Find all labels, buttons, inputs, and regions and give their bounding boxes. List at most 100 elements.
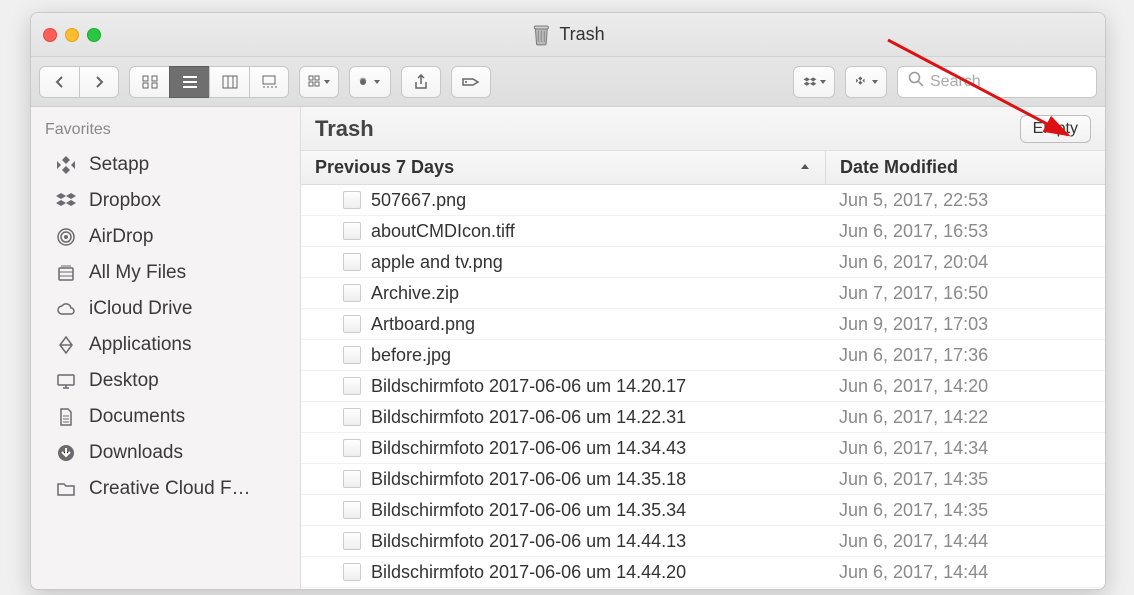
file-icon: [343, 408, 361, 426]
arrange-button[interactable]: [299, 66, 339, 98]
sidebar-item-label: Documents: [89, 406, 185, 428]
icon-view-button[interactable]: [129, 66, 169, 98]
file-icon: [343, 532, 361, 550]
window-title-text: Trash: [559, 24, 604, 45]
empty-trash-button[interactable]: Empty: [1020, 115, 1091, 143]
file-date: Jun 6, 2017, 14:44: [825, 562, 1105, 583]
gallery-view-button[interactable]: [249, 66, 289, 98]
close-window-button[interactable]: [43, 28, 57, 42]
search-field[interactable]: [897, 66, 1097, 98]
search-input[interactable]: [930, 73, 1086, 91]
minimize-window-button[interactable]: [65, 28, 79, 42]
window-title: Trash: [531, 24, 604, 46]
file-date: Jun 6, 2017, 20:04: [825, 252, 1105, 273]
file-row[interactable]: Bildschirmfoto 2017-06-06 um 14.34.43Jun…: [301, 433, 1105, 464]
sidebar-item-setapp[interactable]: Setapp: [31, 147, 300, 183]
zoom-window-button[interactable]: [87, 28, 101, 42]
setapp-toolbar-button[interactable]: [845, 66, 887, 98]
sidebar-item-dropbox[interactable]: Dropbox: [31, 183, 300, 219]
file-icon: [343, 501, 361, 519]
file-date: Jun 5, 2017, 22:53: [825, 190, 1105, 211]
file-name: Bildschirmfoto 2017-06-06 um 14.44.20: [371, 562, 686, 583]
allfiles-icon: [55, 262, 77, 284]
file-name: Bildschirmfoto 2017-06-06 um 14.44.13: [371, 531, 686, 552]
file-date: Jun 6, 2017, 14:44: [825, 531, 1105, 552]
file-row[interactable]: Bildschirmfoto 2017-06-06 um 14.44.20 Jun…: [301, 557, 1105, 588]
file-date: Jun 7, 2017, 16:50: [825, 283, 1105, 304]
sidebar-item-label: iCloud Drive: [89, 298, 192, 320]
downloads-icon: [55, 442, 77, 464]
file-name: Bildschirmfoto 2017-06-06 um 14.20.17: [371, 376, 686, 397]
sort-chevron-icon: [799, 157, 811, 178]
file-icon: [343, 222, 361, 240]
location-header: Trash Empty: [301, 107, 1105, 151]
file-icon: [343, 284, 361, 302]
dropbox-toolbar-button[interactable]: [793, 66, 835, 98]
window-controls: [43, 28, 101, 42]
column-view-button[interactable]: [209, 66, 249, 98]
file-row[interactable]: Bildschirmfoto 2017-06-06 um 14.35.34Jun…: [301, 495, 1105, 526]
sidebar-item-label: AirDrop: [89, 226, 153, 248]
file-list[interactable]: 507667.png Jun 5, 2017, 22:53 aboutCMDIcon…: [301, 185, 1105, 589]
cloud-icon: [55, 298, 77, 320]
trash-icon: [531, 24, 551, 46]
file-date: Jun 6, 2017, 14:20: [825, 376, 1105, 397]
file-name: Bildschirmfoto 2017-06-06 um 14.35.34: [371, 500, 686, 521]
file-icon: [343, 191, 361, 209]
file-date: Jun 6, 2017, 14:35: [825, 469, 1105, 490]
file-row[interactable]: Bildschirmfoto 2017-06-06 um 14.44.13 Jun…: [301, 526, 1105, 557]
tags-button[interactable]: [451, 66, 491, 98]
arrange-group: [299, 66, 339, 98]
search-icon: [908, 71, 924, 92]
file-icon: [343, 377, 361, 395]
file-row[interactable]: apple and tv.png Jun 6, 2017, 20:04: [301, 247, 1105, 278]
file-name: Archive.zip: [371, 283, 459, 304]
file-row[interactable]: 507667.png Jun 5, 2017, 22:53: [301, 185, 1105, 216]
file-name: aboutCMDIcon.tiff: [371, 221, 515, 242]
titlebar: Trash: [31, 13, 1105, 57]
file-name: Bildschirmfoto 2017-06-06 um 14.35.18: [371, 469, 686, 490]
sidebar-item-allmyfiles[interactable]: All My Files: [31, 255, 300, 291]
column-name-header[interactable]: Previous 7 Days: [315, 157, 825, 178]
file-row[interactable]: Bildschirmfoto 2017-06-06 um 14.35.18 Jun…: [301, 464, 1105, 495]
airdrop-icon: [55, 226, 77, 248]
sidebar-item-downloads[interactable]: Downloads: [31, 435, 300, 471]
file-name: Bildschirmfoto 2017-06-06 um 14.34.43: [371, 438, 686, 459]
sidebar-item-applications[interactable]: Applications: [31, 327, 300, 363]
sidebar-item-documents[interactable]: Documents: [31, 399, 300, 435]
sidebar-item-label: Desktop: [89, 370, 159, 392]
main-pane: Trash Empty Previous 7 Days Date Modifie…: [301, 107, 1105, 589]
forward-button[interactable]: [79, 66, 119, 98]
sidebar-item-label: Applications: [89, 334, 191, 356]
list-view-button[interactable]: [169, 66, 209, 98]
back-button[interactable]: [39, 66, 79, 98]
file-row[interactable]: Bildschirmfoto 2017-06-06 um 14.20.17 Jun…: [301, 371, 1105, 402]
file-row[interactable]: aboutCMDIcon.tiff Jun 6, 2017, 16:53: [301, 216, 1105, 247]
file-name: before.jpg: [371, 345, 451, 366]
file-row[interactable]: before.jpg Jun 6, 2017, 17:36: [301, 340, 1105, 371]
file-icon: [343, 470, 361, 488]
column-date-header[interactable]: Date Modified: [825, 151, 1105, 184]
file-row[interactable]: Archive.zip Jun 7, 2017, 16:50: [301, 278, 1105, 309]
sidebar-item-creativecloud[interactable]: Creative Cloud F…: [31, 471, 300, 507]
sidebar-item-icloud[interactable]: iCloud Drive: [31, 291, 300, 327]
file-row[interactable]: Bildschirmfoto 2017-06-06 um 14.22.31Jun…: [301, 402, 1105, 433]
share-button[interactable]: [401, 66, 441, 98]
setapp-icon: [55, 154, 77, 176]
file-date: Jun 6, 2017, 17:36: [825, 345, 1105, 366]
action-button[interactable]: [349, 66, 391, 98]
file-icon: [343, 346, 361, 364]
file-date: Jun 9, 2017, 17:03: [825, 314, 1105, 335]
sidebar-item-desktop[interactable]: Desktop: [31, 363, 300, 399]
file-date: Jun 6, 2017, 16:53: [825, 221, 1105, 242]
date-label: Date Modified: [840, 157, 958, 178]
location-title: Trash: [315, 116, 374, 142]
file-icon: [343, 253, 361, 271]
file-name: 507667.png: [371, 190, 466, 211]
sidebar-item-label: Setapp: [89, 154, 149, 176]
sidebar-item-airdrop[interactable]: AirDrop: [31, 219, 300, 255]
file-name: apple and tv.png: [371, 252, 503, 273]
group-label: Previous 7 Days: [315, 157, 454, 178]
desktop-icon: [55, 370, 77, 392]
file-row[interactable]: Artboard.pngJun 9, 2017, 17:03: [301, 309, 1105, 340]
